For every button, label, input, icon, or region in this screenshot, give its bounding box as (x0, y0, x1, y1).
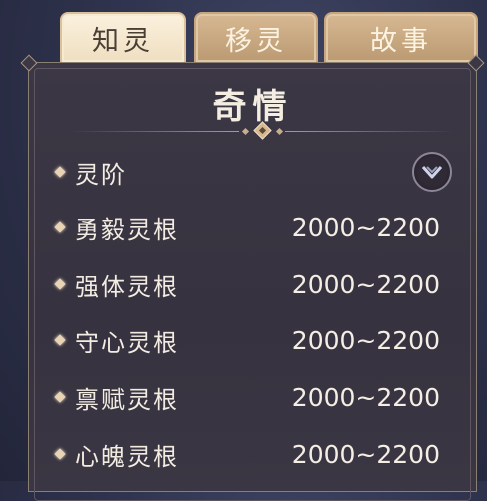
stat-row-linglie: 灵阶 (54, 152, 456, 192)
diamond-icon (54, 391, 66, 403)
stat-label: 勇毅灵根 (75, 215, 179, 244)
expand-toggle-button[interactable] (412, 152, 452, 192)
diamond-icon (54, 166, 66, 178)
chevron-down-icon (421, 165, 443, 179)
tab-bar: 知灵 移灵 故事 (58, 12, 478, 64)
tab-yiling[interactable]: 移灵 (194, 12, 318, 64)
stat-row-shouxin: 守心灵根 2000~2200 (54, 322, 456, 358)
stat-value: 2000~2200 (291, 212, 440, 242)
stat-label: 守心灵根 (75, 328, 179, 357)
stat-value: 2000~2200 (291, 325, 440, 355)
stat-row-yongyi: 勇毅灵根 2000~2200 (54, 209, 456, 245)
stat-value: 2000~2200 (291, 382, 440, 412)
divider-dot-icon (241, 127, 250, 136)
panel-title: 奇情 (212, 87, 293, 127)
stat-row-bingfu: 禀赋灵根 2000~2200 (54, 379, 456, 415)
title-divider (69, 121, 455, 140)
diamond-icon (54, 278, 66, 290)
divider-line (69, 131, 239, 132)
corner-ornament-icon (20, 54, 38, 72)
stat-value: 2000~2200 (291, 439, 440, 469)
stat-row-qiangti: 强体灵根 2000~2200 (54, 266, 456, 302)
divider-line (285, 131, 455, 132)
diamond-icon (54, 221, 66, 233)
stat-row-xinpo: 心魄灵根 2000~2200 (54, 436, 456, 472)
stat-label: 灵阶 (75, 160, 127, 189)
tab-zhiling[interactable]: 知灵 (60, 12, 186, 64)
stat-value: 2000~2200 (291, 269, 440, 299)
stat-label: 强体灵根 (75, 272, 179, 301)
diamond-icon (54, 334, 66, 346)
diamond-icon (54, 448, 66, 460)
stat-label: 心魄灵根 (75, 442, 179, 471)
stat-label: 禀赋灵根 (75, 385, 179, 414)
tab-gushi[interactable]: 故事 (324, 12, 478, 64)
divider-dot-icon (275, 127, 284, 136)
